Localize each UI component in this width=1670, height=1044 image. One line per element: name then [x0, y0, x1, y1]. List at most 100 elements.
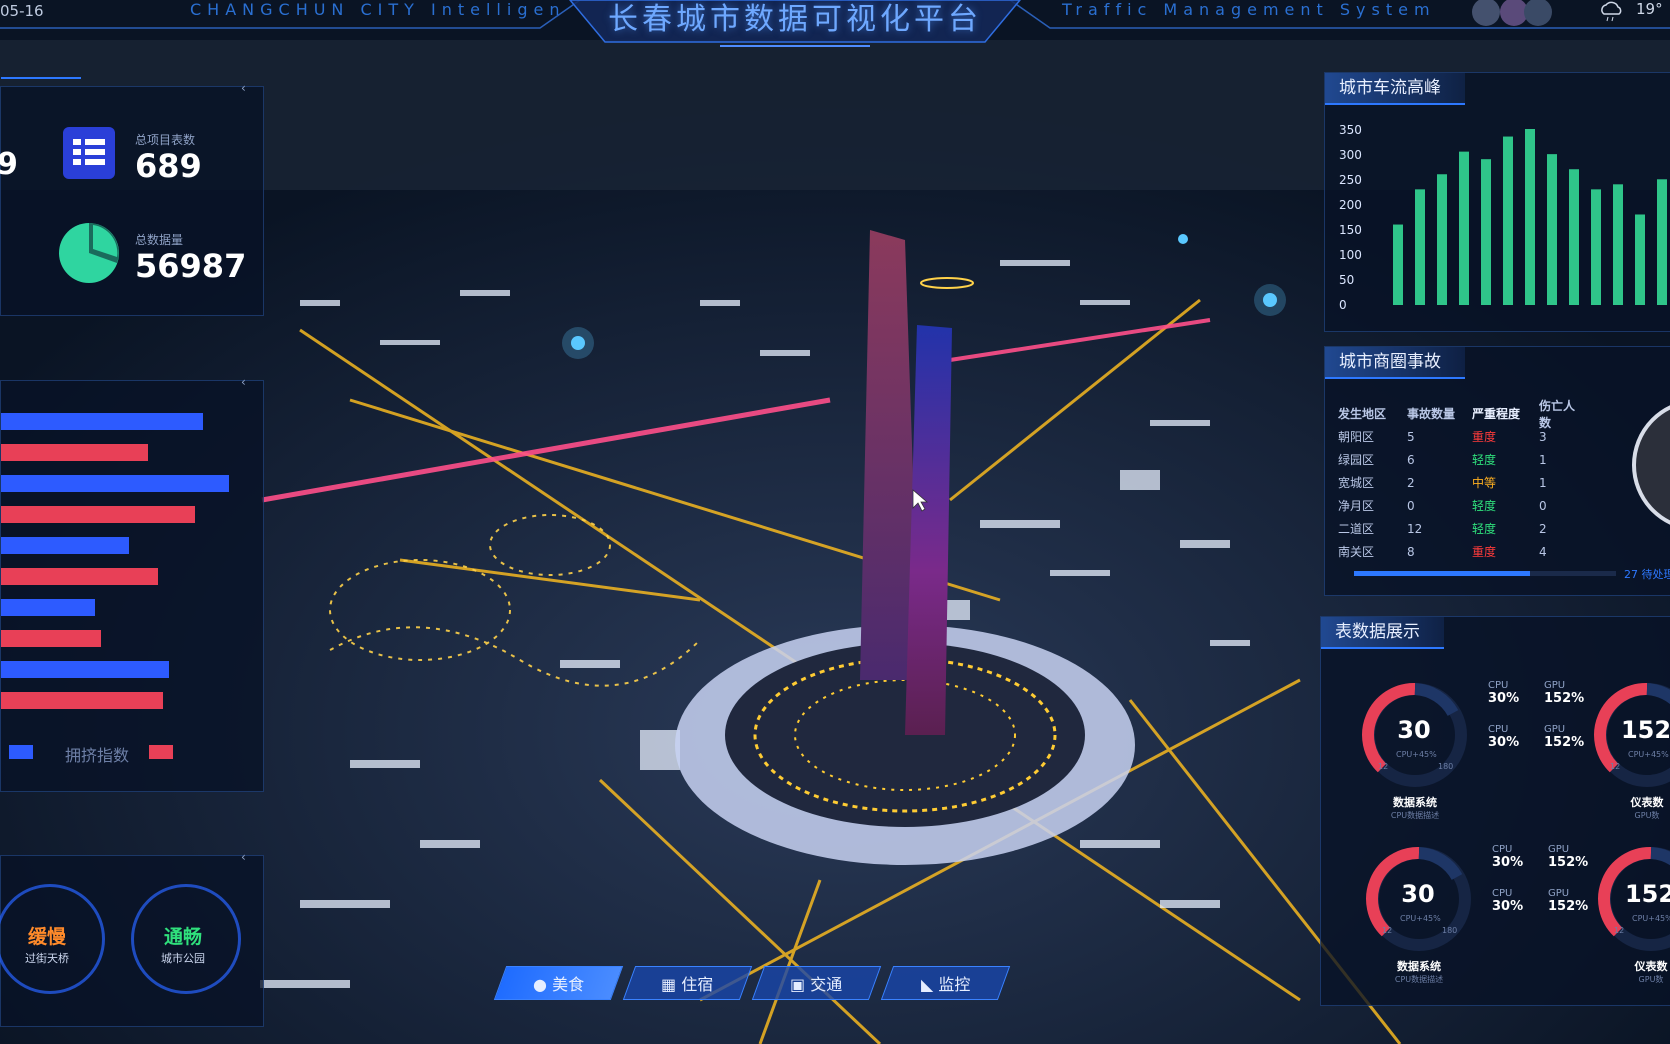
metric-readout: CPU 30%: [1492, 888, 1523, 914]
traffic-bar: [1657, 179, 1667, 305]
gauge-min: 12: [1610, 762, 1621, 771]
avatar-group[interactable]: [1466, 0, 1558, 26]
congestion-bar: [1, 630, 101, 647]
collapse-icon[interactable]: ‹: [241, 850, 246, 864]
status-slow-location: 过街天桥: [25, 952, 69, 965]
gauge-max: 180: [1442, 926, 1458, 935]
data-volume-label: 总数据量: [135, 233, 184, 247]
legend-swatch-red: [149, 745, 173, 759]
pie-chart-icon: [59, 223, 119, 283]
accident-rows: 朝阳区 5 重度 3 绿园区 6 轻度 1 宽城区 2 中等 1 净月区 0 轻度 0 二道区 12 轻度 2 南关区 8…: [1338, 425, 1608, 563]
metric-readout: GPU 152%: [1544, 724, 1584, 750]
metric-value: 152%: [1548, 899, 1589, 914]
traffic-bar: [1415, 189, 1425, 305]
metric-readout: CPU 30%: [1488, 724, 1519, 750]
gauge-caption-title: 数据系统: [1393, 796, 1437, 809]
traffic-bar: [1569, 169, 1579, 305]
table-cell: 0: [1407, 498, 1415, 513]
gauge-caption: 数据系统 CPU数据描述: [1370, 794, 1460, 821]
traffic-bar: [1437, 174, 1447, 305]
project-count-label: 总项目表数: [135, 133, 196, 147]
metric-value: 30%: [1488, 691, 1520, 706]
metric-label: CPU: [1492, 888, 1513, 899]
metric-value: 152%: [1544, 735, 1585, 750]
y-tick-label: 150: [1339, 223, 1362, 237]
table-cell: 12: [1407, 521, 1423, 536]
table-row: 南关区 8 重度 4: [1338, 540, 1608, 563]
table-cell: 8: [1407, 544, 1415, 559]
metric-value: 152%: [1544, 691, 1585, 706]
gauge-sublabel: CPU+45%: [1628, 750, 1669, 759]
building-icon: ▦: [661, 975, 677, 994]
table-cell: 重度: [1472, 430, 1497, 444]
tab-monitor[interactable]: ◣ 监控: [880, 966, 1011, 1000]
metric-readout: GPU 152%: [1544, 680, 1584, 706]
y-tick-label: 0: [1339, 298, 1347, 312]
header-count: 事故数量: [1407, 407, 1456, 421]
table-cell: 轻度: [1472, 453, 1497, 467]
speedometer-graphic: [1632, 405, 1670, 525]
metric-readout: CPU 30%: [1492, 844, 1523, 870]
y-tick-label: 50: [1339, 273, 1355, 287]
traffic-bar: [1635, 214, 1645, 305]
collapse-icon[interactable]: ‹: [241, 81, 246, 95]
table-cell: 1: [1539, 452, 1547, 467]
car-icon: ▣: [790, 975, 806, 994]
table-cell: 南关区: [1338, 545, 1375, 559]
gauge-value: 152: [1620, 716, 1670, 744]
table-header: 发生地区 事故数量 严重程度 伤亡人数: [1338, 399, 1608, 430]
gauge-caption-sub: GPU数: [1638, 975, 1664, 984]
table-row: 二道区 12 轻度 2: [1338, 517, 1608, 540]
table-cell: 0: [1539, 498, 1547, 513]
gauge-caption: 仪表数 GPU数: [1606, 958, 1670, 985]
data-volume-value: 56987: [135, 247, 247, 285]
status-smooth-location: 城市公园: [161, 952, 205, 965]
gauge-value: 30: [1401, 880, 1435, 908]
tab-lodging[interactable]: ▦ 住宿: [622, 966, 753, 1000]
metric-readout: CPU 30%: [1488, 680, 1519, 706]
road-status-panel: ‹ 缓慢 过街天桥 通畅 城市公园: [0, 850, 264, 1027]
table-row: 绿园区 6 轻度 1: [1338, 448, 1608, 471]
traffic-peak-title: 城市车流高峰: [1325, 73, 1465, 105]
pending-count: 27 待处理: [1624, 568, 1670, 581]
stats-panel: ‹ 9 总项目表数 689 总数据量 56987: [0, 77, 264, 316]
congestion-bar: [1, 444, 148, 461]
tab-food[interactable]: ● 美食: [493, 966, 624, 1000]
left-tagline: CHANGCHUN CITY Intelligen: [190, 0, 566, 19]
table-cell: 绿园区: [1338, 453, 1375, 467]
header-severity: 严重程度: [1472, 407, 1521, 421]
gauge-caption-title: 数据系统: [1397, 960, 1441, 973]
pending-progress-track: [1354, 571, 1616, 576]
metric-readout: GPU 152%: [1548, 888, 1588, 914]
header-area: 发生地区: [1338, 407, 1387, 421]
table-cell: 4: [1539, 544, 1547, 559]
top-bar: 05-16 CHANGCHUN CITY Intelligen 长春城市数据可视…: [0, 0, 1670, 48]
metric-label: GPU: [1548, 844, 1570, 855]
y-tick-label: 200: [1339, 198, 1362, 212]
date-text: 05-16: [0, 2, 44, 20]
gauge-value: 152: [1624, 880, 1670, 908]
status-slow-label: 缓慢: [27, 926, 66, 948]
metric-value: 30%: [1492, 855, 1524, 870]
gauge-caption-sub: GPU数: [1634, 811, 1660, 820]
tab-food-label: 美食: [552, 975, 585, 994]
status-smooth-label: 通畅: [163, 926, 202, 948]
tab-traffic-label: 交通: [810, 975, 843, 994]
metric-readout: GPU 152%: [1548, 844, 1588, 870]
gauge-caption: 数据系统 CPU数据描述: [1374, 958, 1464, 985]
gauge-value: 30: [1397, 716, 1431, 744]
pending-progress-fill: [1354, 571, 1530, 576]
panel-accent: [1, 77, 81, 79]
tab-traffic[interactable]: ▣ 交通: [751, 966, 882, 1000]
table-cell: 3: [1539, 429, 1547, 444]
metric-label: CPU: [1488, 680, 1509, 691]
congestion-bar: [1, 413, 203, 430]
table-cell: 朝阳区: [1338, 430, 1375, 444]
metric-value: 30%: [1492, 899, 1524, 914]
table-cell: 二道区: [1338, 522, 1375, 536]
metric-label: GPU: [1548, 888, 1570, 899]
collapse-icon[interactable]: ‹: [241, 375, 246, 389]
gauge-caption-title: 仪表数: [1634, 960, 1668, 973]
gauge-min: 12: [1382, 926, 1393, 935]
food-icon: ●: [532, 975, 547, 994]
